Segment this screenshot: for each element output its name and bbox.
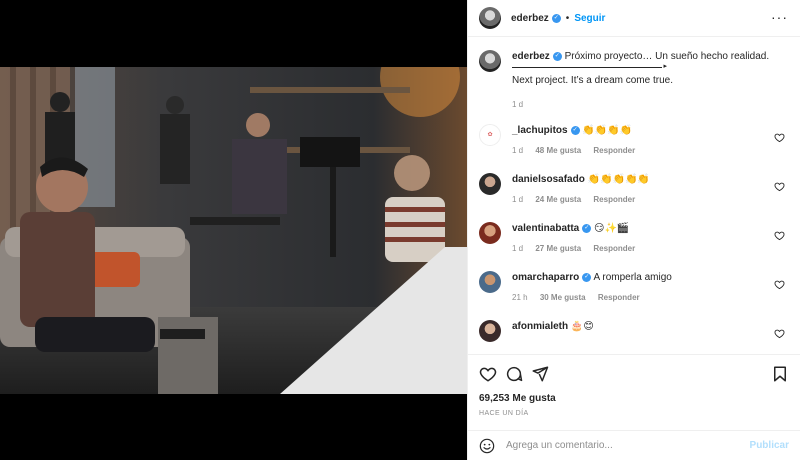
post-media[interactable] — [0, 0, 467, 460]
commenter-username[interactable]: danielsosafado — [512, 174, 585, 185]
reply-button[interactable]: Responder — [593, 146, 635, 155]
post-photo[interactable] — [0, 67, 467, 394]
share-paper-plane-icon[interactable] — [531, 365, 549, 383]
comment-text: 😏✨🎬 — [594, 223, 630, 234]
commenter-username[interactable]: omarchaparro — [512, 272, 579, 283]
caption-divider — [512, 60, 667, 74]
follow-button[interactable]: Seguir — [574, 13, 605, 24]
comment-item: valentinabatta ✓ 😏✨🎬 1 d 27 Me gusta Resp… — [479, 222, 789, 259]
more-options-icon[interactable]: ··· — [771, 10, 788, 24]
commenter-username[interactable]: _lachupitos — [512, 125, 568, 136]
post-time-ago: HACE UN DÍA — [479, 410, 529, 417]
comment-likes[interactable]: 30 Me gusta — [540, 293, 586, 302]
verified-badge-icon: ✓ — [582, 223, 592, 233]
comment-text: 👏👏👏👏👏 — [587, 174, 650, 185]
like-comment-heart-icon[interactable] — [774, 181, 785, 192]
reply-button[interactable]: Responder — [593, 195, 635, 204]
commenter-avatar[interactable] — [479, 173, 501, 195]
add-comment-bar: Publicar — [468, 430, 800, 460]
comment-time[interactable]: 1 d — [512, 195, 523, 204]
verified-badge-icon: ✓ — [570, 125, 580, 135]
emoji-smiley-icon[interactable] — [479, 438, 495, 454]
commenter-username[interactable]: valentinabatta — [512, 223, 579, 234]
commenter-avatar[interactable] — [479, 222, 501, 244]
commenter-avatar[interactable]: ✿ — [479, 124, 501, 146]
commenter-avatar[interactable] — [479, 271, 501, 293]
comment-likes[interactable]: 24 Me gusta — [535, 195, 581, 204]
comment-item: ✿ _lachupitos ✓ 👏👏👏👏 1 d 48 Me gusta Resp… — [479, 124, 789, 161]
comment-time[interactable]: 1 d — [512, 244, 523, 253]
comment-item: omarchaparro ✓ A romperla amigo 21 h 30 M… — [479, 271, 789, 308]
comment-input[interactable] — [506, 440, 750, 451]
author-avatar[interactable] — [479, 50, 501, 72]
verified-badge-icon: ✓ — [551, 13, 561, 23]
save-bookmark-icon[interactable] — [771, 365, 789, 383]
caption-time: 1 d — [512, 100, 524, 109]
like-comment-heart-icon[interactable] — [774, 132, 785, 143]
like-comment-heart-icon[interactable] — [774, 279, 785, 290]
post-actions: 69,253 Me gusta HACE UN DÍA — [468, 354, 800, 430]
post-caption: ederbez ✓ Próximo proyecto… Un sueño hech… — [479, 50, 789, 112]
comment-item: danielsosafado 👏👏👏👏👏 1 d 24 Me gusta Res… — [479, 173, 789, 210]
comment-item: afonmialeth 🎂😊 — [479, 320, 789, 354]
reply-button[interactable]: Responder — [593, 244, 635, 253]
comment-text: 👏👏👏👏 — [582, 125, 633, 136]
verified-badge-icon: ✓ — [552, 51, 562, 61]
like-comment-heart-icon[interactable] — [774, 328, 785, 339]
comment-likes[interactable]: 48 Me gusta — [535, 146, 581, 155]
separator-dot: • — [565, 12, 570, 24]
comments-list[interactable]: ederbez ✓ Próximo proyecto… Un sueño hech… — [468, 38, 800, 354]
comment-time[interactable]: 21 h — [512, 293, 528, 302]
author-username[interactable]: ederbez — [511, 13, 549, 24]
film-set-photo — [0, 67, 467, 394]
post-header: ederbez ✓ • Seguir ··· — [468, 0, 800, 37]
commenter-avatar[interactable] — [479, 320, 501, 342]
reply-button[interactable]: Responder — [598, 293, 640, 302]
comment-time[interactable]: 1 d — [512, 146, 523, 155]
author-avatar[interactable] — [479, 7, 501, 29]
post-panel: ederbez ✓ • Seguir ··· ederbez ✓ Próximo … — [467, 0, 800, 460]
caption-translation: Next project. It’s a dream come true. — [512, 75, 673, 86]
likes-count[interactable]: 69,253 Me gusta — [479, 393, 789, 404]
like-comment-heart-icon[interactable] — [774, 230, 785, 241]
commenter-username[interactable]: afonmialeth — [512, 321, 568, 332]
publish-button[interactable]: Publicar — [750, 440, 789, 451]
caption-username[interactable]: ederbez — [512, 51, 550, 62]
comment-text: A romperla amigo — [593, 272, 672, 283]
comment-bubble-icon[interactable] — [505, 365, 523, 383]
verified-badge-icon: ✓ — [582, 272, 592, 282]
comment-text: 🎂😊 — [570, 321, 594, 332]
like-heart-icon[interactable] — [479, 365, 497, 383]
comment-likes[interactable]: 27 Me gusta — [535, 244, 581, 253]
